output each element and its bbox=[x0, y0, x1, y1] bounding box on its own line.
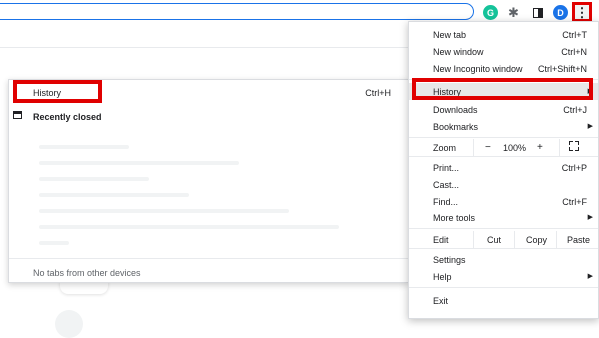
submenu-divider bbox=[9, 258, 408, 259]
copy-button[interactable]: Copy bbox=[526, 235, 547, 245]
zoom-out-button[interactable]: − bbox=[485, 142, 491, 153]
blurred-entry[interactable] bbox=[39, 225, 339, 229]
edit-divider bbox=[473, 231, 474, 248]
menu-item-shortcut: Ctrl+P bbox=[561, 163, 587, 173]
menu-item-label: Downloads bbox=[433, 105, 478, 115]
blurred-entry[interactable] bbox=[39, 241, 69, 245]
menu-item-find[interactable]: Find... Ctrl+F bbox=[409, 193, 598, 210]
menu-item-label: Exit bbox=[433, 296, 449, 306]
menu-item-help[interactable]: Help ▶ bbox=[409, 268, 598, 285]
menu-item-label: Find... bbox=[433, 197, 459, 207]
blurred-entry[interactable] bbox=[39, 209, 289, 213]
menu-divider bbox=[409, 228, 598, 229]
address-bar[interactable] bbox=[0, 3, 474, 20]
background-shortcut bbox=[55, 310, 83, 338]
edit-divider bbox=[514, 231, 515, 248]
menu-item-label: More tools bbox=[433, 213, 476, 223]
submenu-arrow-icon: ▶ bbox=[587, 214, 593, 221]
menu-item-label: New Incognito window bbox=[433, 64, 523, 74]
zoom-divider bbox=[559, 139, 560, 156]
menu-divider bbox=[409, 156, 598, 157]
menu-item-shortcut: Ctrl+Shift+N bbox=[537, 64, 587, 74]
menu-item-print[interactable]: Print... Ctrl+P bbox=[409, 159, 598, 176]
submenu-history-shortcut: Ctrl+H bbox=[365, 88, 391, 98]
menu-item-downloads[interactable]: Downloads Ctrl+J bbox=[409, 101, 598, 118]
submenu-arrow-icon: ▶ bbox=[587, 273, 593, 280]
menu-divider bbox=[409, 137, 598, 138]
menu-item-exit[interactable]: Exit bbox=[409, 292, 598, 309]
window-icon bbox=[13, 111, 22, 119]
recently-closed-label: Recently closed bbox=[33, 112, 102, 122]
recently-closed-header: Recently closed bbox=[9, 108, 408, 126]
menu-item-cast[interactable]: Cast... bbox=[409, 176, 598, 193]
menu-item-zoom: Zoom − 100% + bbox=[409, 139, 598, 156]
menu-item-label: Bookmarks bbox=[433, 122, 479, 132]
submenu-arrow-icon: ▶ bbox=[587, 123, 593, 130]
menu-item-shortcut: Ctrl+J bbox=[563, 105, 587, 115]
menu-item-settings[interactable]: Settings bbox=[409, 251, 598, 268]
avatar[interactable]: D bbox=[553, 5, 568, 20]
no-tabs-message: No tabs from other devices bbox=[33, 268, 141, 278]
edit-divider bbox=[556, 231, 557, 248]
menu-item-label: Edit bbox=[433, 235, 449, 245]
kebab-menu-icon[interactable]: ⋮ bbox=[572, 2, 592, 22]
menu-item-label: New tab bbox=[433, 30, 467, 40]
blurred-entry[interactable] bbox=[39, 161, 239, 165]
menu-item-label: Print... bbox=[433, 163, 460, 173]
blurred-entry[interactable] bbox=[39, 177, 149, 181]
grammarly-icon[interactable]: G bbox=[483, 5, 498, 20]
highlight-box-history-submenu bbox=[13, 80, 102, 103]
menu-item-new-incognito[interactable]: New Incognito window Ctrl+Shift+N bbox=[409, 60, 598, 77]
menu-item-edit: Edit Cut Copy Paste bbox=[409, 231, 598, 248]
zoom-in-button[interactable]: + bbox=[537, 142, 543, 153]
menu-divider bbox=[409, 248, 598, 249]
chrome-main-menu: New tab Ctrl+T New window Ctrl+N New Inc… bbox=[408, 21, 599, 319]
cut-button[interactable]: Cut bbox=[487, 235, 501, 245]
paste-button[interactable]: Paste bbox=[567, 235, 590, 245]
blurred-entry[interactable] bbox=[39, 145, 129, 149]
puzzle-icon[interactable]: ✱ bbox=[506, 5, 521, 20]
menu-divider bbox=[409, 287, 598, 288]
menu-item-new-tab[interactable]: New tab Ctrl+T bbox=[409, 26, 598, 43]
menu-item-label: Settings bbox=[433, 255, 466, 265]
side-panel-icon[interactable] bbox=[530, 5, 545, 20]
menu-item-label: Help bbox=[433, 272, 452, 282]
menu-item-shortcut: Ctrl+F bbox=[562, 197, 587, 207]
zoom-divider bbox=[473, 139, 474, 156]
menu-item-bookmarks[interactable]: Bookmarks ▶ bbox=[409, 118, 598, 135]
menu-item-more-tools[interactable]: More tools ▶ bbox=[409, 209, 598, 226]
blurred-entry[interactable] bbox=[39, 193, 189, 197]
menu-item-new-window[interactable]: New window Ctrl+N bbox=[409, 43, 598, 60]
zoom-level: 100% bbox=[503, 143, 527, 153]
edge-marker bbox=[0, 198, 4, 216]
menu-item-shortcut: Ctrl+T bbox=[562, 30, 587, 40]
menu-item-label: Cast... bbox=[433, 180, 460, 190]
fullscreen-icon[interactable] bbox=[569, 141, 579, 151]
menu-item-label: New window bbox=[433, 47, 484, 57]
menu-item-shortcut: Ctrl+N bbox=[561, 47, 587, 57]
history-submenu: History Ctrl+H Recently closed No tabs f… bbox=[8, 79, 409, 283]
page-divider bbox=[0, 47, 410, 48]
highlight-box-history-menu bbox=[412, 78, 593, 100]
menu-item-label: Zoom bbox=[433, 143, 457, 153]
